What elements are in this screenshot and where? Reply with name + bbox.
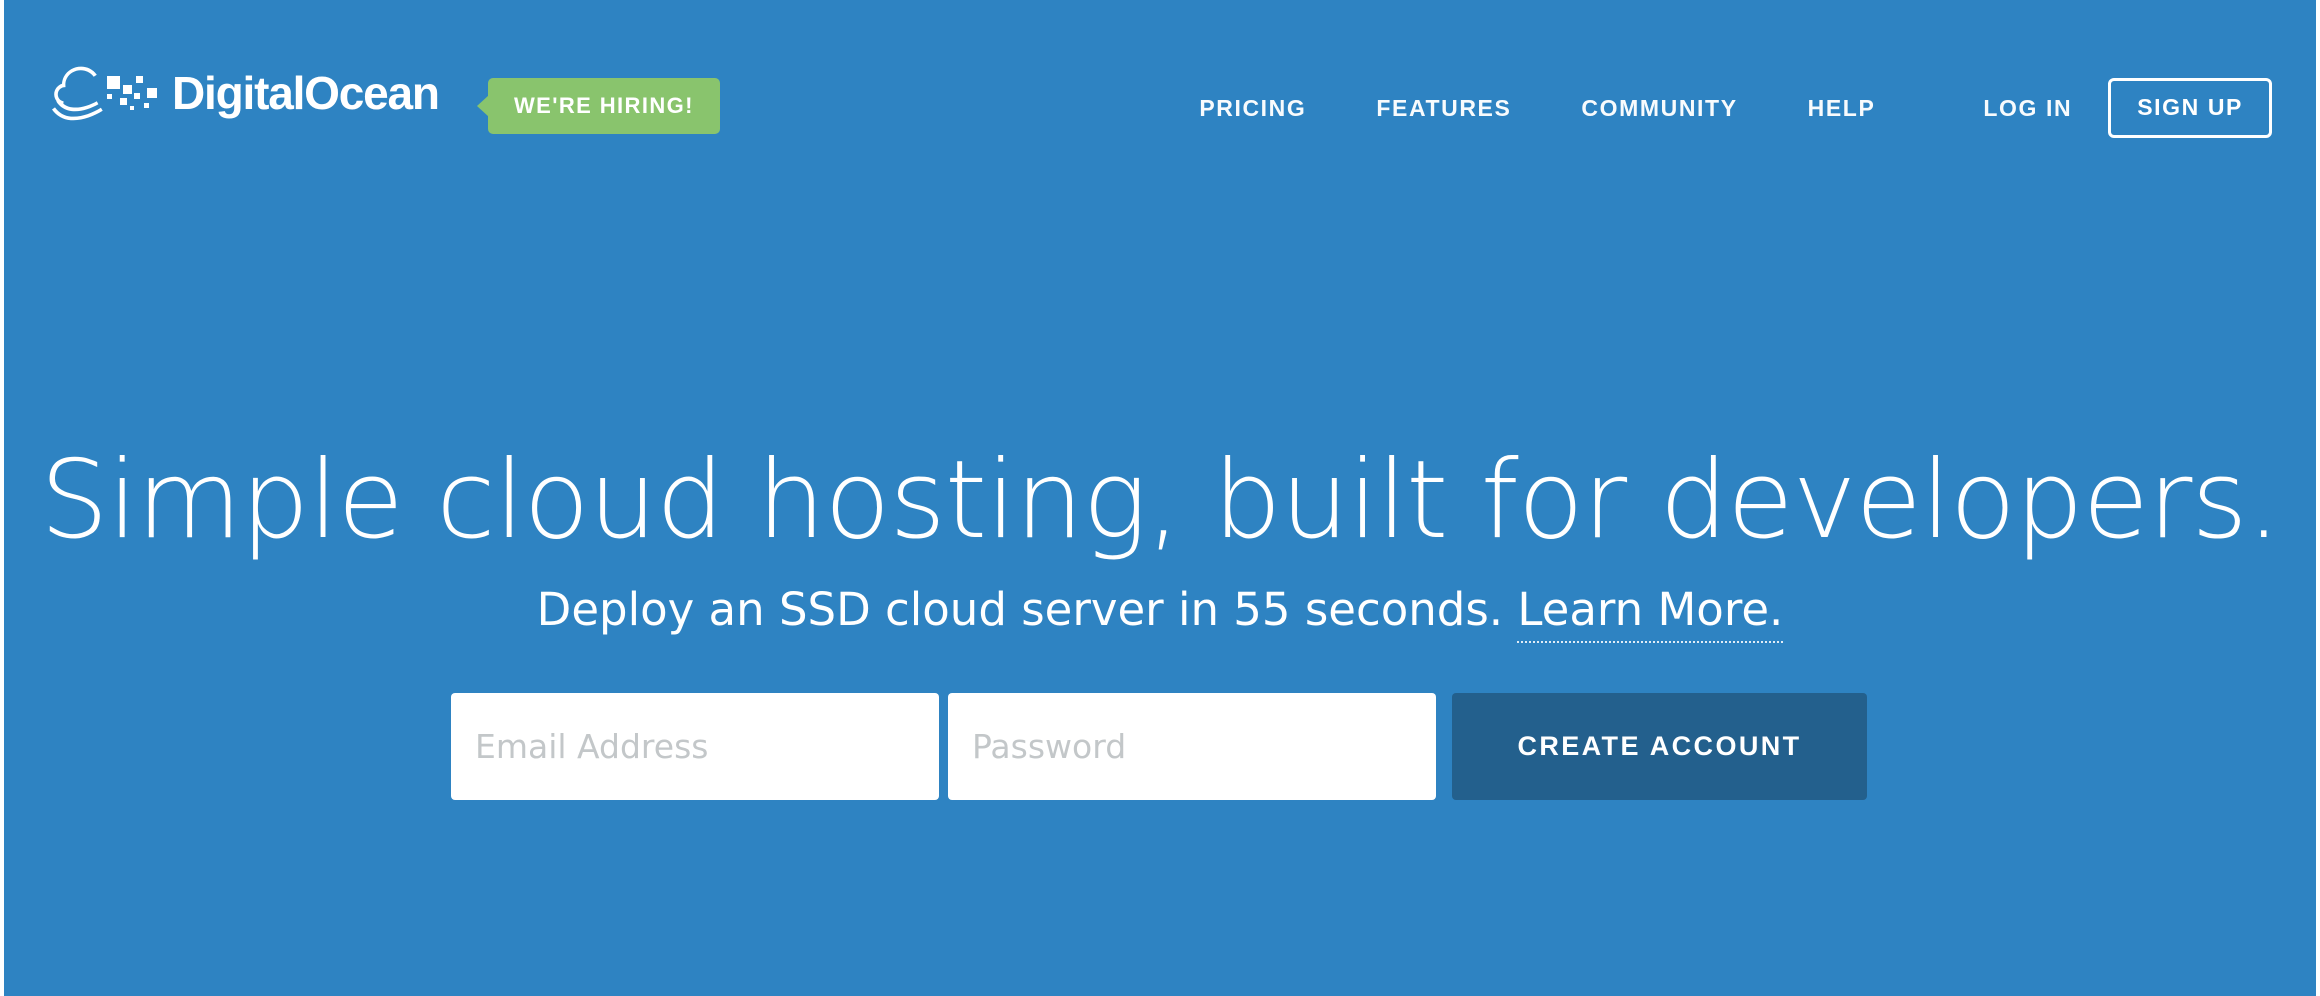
main-navigation: PRICING FEATURES COMMUNITY HELP LOG IN S… (1199, 78, 2272, 138)
hero-subheadline-text: Deploy an SSD cloud server in 55 seconds… (536, 583, 1518, 636)
password-input[interactable] (948, 693, 1436, 800)
page-root: DigitalOcean WE'RE HIRING! PRICING FEATU… (0, 0, 2320, 996)
hero-section: DigitalOcean WE'RE HIRING! PRICING FEATU… (4, 0, 2316, 996)
nav-link-features[interactable]: FEATURES (1376, 95, 1511, 122)
site-header: DigitalOcean WE'RE HIRING! PRICING FEATU… (4, 0, 2316, 152)
hero-headline: Simple cloud hosting, built for develope… (40, 438, 2281, 564)
login-link[interactable]: LOG IN (1983, 95, 2072, 122)
learn-more-link[interactable]: Learn More. (1517, 583, 1784, 643)
hiring-badge[interactable]: WE'RE HIRING! (488, 78, 720, 134)
brand-wordmark: DigitalOcean (172, 67, 440, 119)
hiring-badge-label: WE'RE HIRING! (514, 93, 694, 118)
digitalocean-cloud-logo-icon (52, 66, 157, 121)
email-input[interactable] (451, 693, 939, 800)
signup-button[interactable]: SIGN UP (2108, 78, 2272, 138)
signup-form: CREATE ACCOUNT (451, 693, 1867, 800)
create-account-button[interactable]: CREATE ACCOUNT (1452, 693, 1867, 800)
nav-link-community[interactable]: COMMUNITY (1581, 95, 1737, 122)
nav-link-pricing[interactable]: PRICING (1199, 95, 1306, 122)
brand-logo-link[interactable]: DigitalOcean (48, 62, 440, 124)
nav-link-help[interactable]: HELP (1808, 95, 1876, 122)
hero-subheadline: Deploy an SSD cloud server in 55 seconds… (4, 583, 2316, 643)
